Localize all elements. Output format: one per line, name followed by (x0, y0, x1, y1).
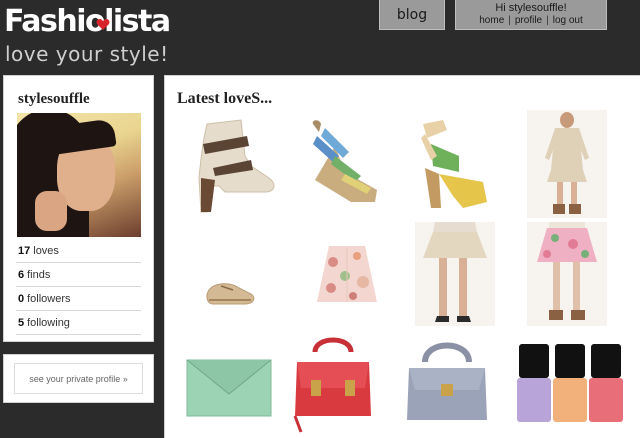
blog-tab[interactable]: blog (379, 0, 445, 30)
stat-finds[interactable]: 6 finds (16, 263, 141, 287)
latest-loves-panel: Latest loveS... (164, 75, 640, 438)
avatar[interactable] (17, 113, 141, 237)
floral-jacket[interactable] (313, 242, 381, 306)
user-menu: Hi stylesouffle! home | profile | log ou… (455, 0, 607, 30)
private-profile-link[interactable]: see your private profile » (14, 363, 143, 394)
striped-wedge-sandal[interactable] (305, 116, 385, 216)
user-links: home | profile | log out (456, 15, 606, 27)
profile-link[interactable]: profile (511, 15, 546, 27)
cream-dress-outfit[interactable] (527, 110, 607, 218)
stat-loves[interactable]: 17 loves (16, 239, 141, 263)
yellow-green-platform-heel[interactable] (413, 116, 493, 216)
site-logo[interactable]: Fashiolista love your style! (4, 4, 174, 66)
profile-stats: 17 loves 6 finds 0 followers 5 following (16, 239, 141, 335)
logo-text: Fashiolista (4, 4, 171, 39)
user-greeting: Hi stylesouffle! (495, 2, 567, 14)
nail-polish-set[interactable] (515, 344, 625, 424)
home-link[interactable]: home (475, 15, 508, 27)
private-profile-panel: see your private profile » (3, 354, 154, 403)
red-satchel-bag[interactable] (291, 332, 375, 436)
profile-panel: stylesouffle 17 loves 6 finds 0 followers 5… (3, 75, 154, 342)
logout-link[interactable]: log out (549, 15, 587, 27)
floral-skirt-outfit[interactable] (527, 222, 607, 326)
logo-tagline: love your style! (5, 42, 169, 66)
profile-username[interactable]: stylesouffle (16, 91, 141, 108)
mint-envelope-clutch[interactable] (183, 354, 275, 420)
heart-icon (96, 19, 110, 30)
pleated-skirt-outfit[interactable] (415, 222, 495, 326)
stat-followers[interactable]: 0 followers (16, 287, 141, 311)
latest-loves-title: Latest loveS... (177, 90, 273, 107)
cream-ankle-boot[interactable] (189, 116, 279, 216)
stat-following[interactable]: 5 following (16, 311, 141, 335)
grey-handbag[interactable] (405, 332, 489, 432)
tan-lace-up-shoe[interactable] (205, 276, 257, 308)
